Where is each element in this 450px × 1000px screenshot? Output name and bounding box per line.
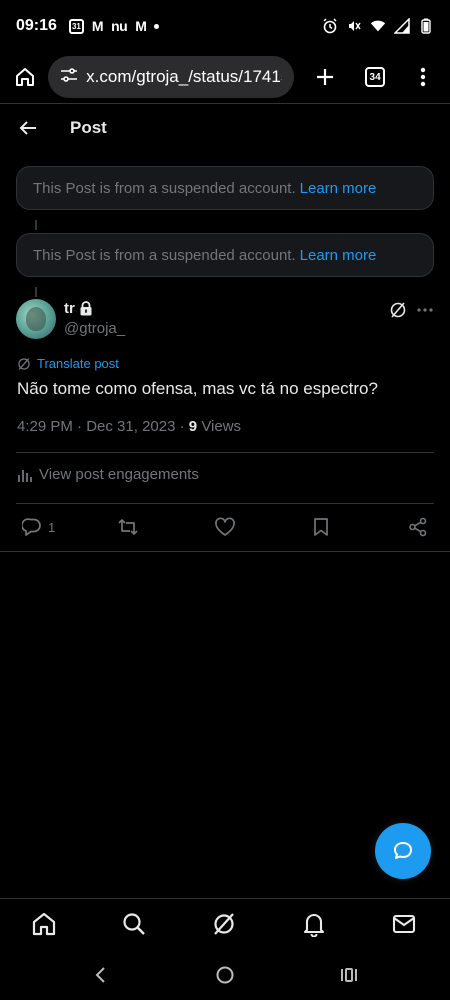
more-horizontal-icon [417, 308, 433, 312]
gmail-icon-2: M [135, 18, 147, 34]
wifi-icon [370, 18, 386, 34]
bookmark-button[interactable] [312, 516, 330, 538]
actions-divider [0, 551, 450, 552]
browser-toolbar: x.com/gtroja_/status/174154 34 [0, 52, 450, 102]
grok-translate-icon [18, 357, 30, 370]
home-icon [16, 68, 35, 86]
lock-icon [80, 301, 92, 316]
mute-icon [346, 18, 362, 34]
learn-more-link[interactable]: Learn more [300, 247, 377, 264]
home-icon [32, 912, 56, 936]
repost-button[interactable] [117, 516, 139, 538]
alarm-icon [322, 18, 338, 34]
system-navigation [0, 952, 450, 1000]
mail-icon [392, 914, 416, 934]
grok-button[interactable] [388, 300, 408, 320]
post-more-button[interactable] [414, 300, 436, 320]
nav-grok[interactable] [211, 911, 237, 937]
reply-icon [22, 518, 41, 536]
recents-icon [341, 968, 357, 982]
compose-reply-fab[interactable] [375, 823, 431, 879]
new-tab-button[interactable] [308, 59, 342, 95]
grok-icon [214, 913, 234, 935]
plus-icon [317, 69, 334, 85]
learn-more-link[interactable]: Learn more [300, 180, 377, 197]
display-name[interactable]: tr [64, 300, 75, 317]
status-bar: 09:16 31 M nu M [0, 0, 450, 52]
views-label: Views [201, 418, 242, 435]
translate-post-link[interactable]: Translate post [17, 356, 119, 371]
handle[interactable]: @gtroja_ [64, 320, 125, 337]
nav-messages[interactable] [391, 911, 417, 937]
url-text: x.com/gtroja_/status/174154 [86, 67, 283, 86]
share-button[interactable] [408, 516, 428, 538]
analytics-icon [18, 469, 32, 482]
browser-home-button[interactable] [10, 61, 40, 93]
chevron-left-icon [95, 967, 105, 983]
tab-count: 34 [365, 67, 386, 87]
meta-divider [16, 452, 434, 453]
suspended-notice: This Post is from a suspended account. L… [16, 166, 434, 210]
reply-count: 1 [48, 519, 56, 535]
post-header: Post [0, 104, 450, 152]
url-bar[interactable]: x.com/gtroja_/status/174154 [48, 56, 295, 98]
reply-button[interactable]: 1 [22, 516, 55, 538]
chat-bubble-icon [394, 842, 412, 859]
bell-icon [303, 913, 325, 937]
translate-label: Translate post [37, 356, 119, 371]
gmail-icon: M [91, 18, 104, 34]
suspended-notice-text: This Post is from a suspended account. [33, 246, 296, 264]
circle-home-icon [216, 966, 234, 984]
suspended-notice-text: This Post is from a suspended account. [33, 179, 296, 197]
view-engagements-link[interactable]: View post engagements [17, 466, 199, 483]
more-notifications-dot [154, 23, 160, 29]
status-time: 09:16 [16, 17, 57, 34]
engagements-label: View post engagements [39, 466, 199, 483]
post-meta: 4:29 PM · Dec 31, 2023 · 9 Views [17, 418, 242, 435]
search-icon [123, 913, 145, 935]
engagements-divider [16, 503, 434, 504]
heart-icon [215, 517, 235, 536]
post-date[interactable]: Dec 31, 2023 [86, 418, 175, 435]
arrow-left-icon [19, 121, 36, 135]
bookmark-icon [314, 518, 328, 536]
like-button[interactable] [214, 516, 236, 538]
repost-icon [118, 519, 138, 535]
system-back-button[interactable] [89, 964, 111, 986]
suspended-notice: This Post is from a suspended account. L… [16, 233, 434, 277]
tab-switcher-button[interactable]: 34 [358, 59, 392, 95]
share-icon [409, 517, 427, 537]
post-time[interactable]: 4:29 PM [17, 418, 73, 435]
system-recents-button[interactable] [338, 964, 360, 986]
post-actions: 1 [0, 508, 450, 548]
views-count: 9 [188, 418, 198, 435]
avatar[interactable] [16, 299, 56, 339]
thread-line [35, 287, 37, 297]
nav-home[interactable] [31, 911, 57, 937]
system-home-button[interactable] [214, 964, 236, 986]
nav-notifications[interactable] [301, 911, 327, 937]
nav-search[interactable] [121, 911, 147, 937]
battery-icon [418, 18, 434, 34]
thread-line [35, 220, 37, 230]
bottom-navigation [0, 898, 450, 952]
post-text: Não tome como ofensa, mas vc tá no espec… [17, 379, 378, 398]
grok-icon [390, 302, 406, 318]
more-vertical-icon [420, 67, 426, 87]
browser-menu-button[interactable] [406, 59, 440, 95]
notification-icons: 31 M nu M [68, 18, 160, 34]
back-button[interactable] [16, 116, 40, 140]
page-title: Post [70, 118, 107, 137]
avatar-face [26, 307, 46, 331]
calendar-icon: 31 [68, 18, 84, 34]
nubank-icon: nu [111, 18, 128, 34]
author-name-row: tr [64, 300, 93, 317]
signal-icon [394, 18, 410, 34]
site-settings-icon[interactable] [60, 67, 78, 88]
